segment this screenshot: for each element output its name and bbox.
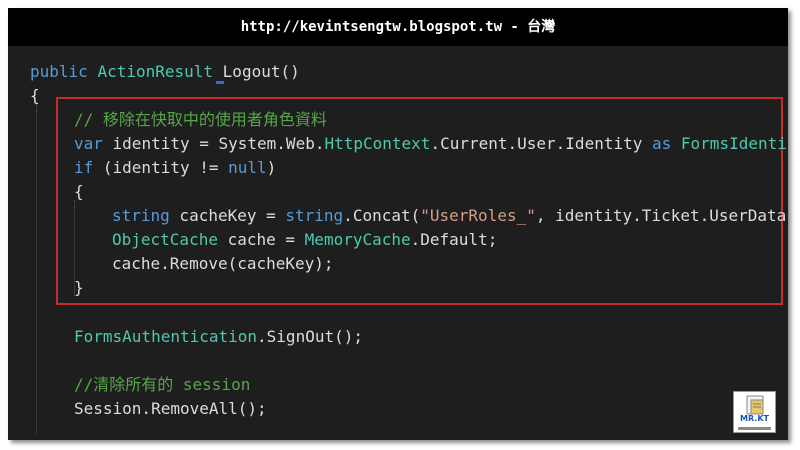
token-text: identity = System.Web. [102, 134, 325, 153]
code-line-12: //清除所有的 session [74, 373, 250, 397]
token-text: cache = [217, 230, 305, 249]
indent-guide [36, 104, 37, 434]
code-line-11: FormsAuthentication.SignOut(); [74, 325, 363, 349]
token-keyword: var [74, 134, 103, 153]
token-keyword: public [30, 62, 88, 81]
code-line-2: { [30, 84, 40, 108]
token-type: HttpContext [324, 134, 431, 153]
token-keyword: string [112, 206, 170, 225]
code-line-8: ObjectCache cache = MemoryCache.Default; [112, 228, 497, 252]
token-type: ActionResult [97, 62, 214, 81]
mrkt-logo: MR.KT [733, 391, 776, 433]
token-text: cacheKey = [169, 206, 286, 225]
code-line-13: Session.RemoveAll(); [74, 397, 267, 421]
token-keyword: null [228, 158, 267, 177]
token-keyword: string [285, 206, 344, 225]
token-text: Session.RemoveAll(); [74, 399, 267, 418]
code-comment: // 移除在快取中的使用者角色資料 [74, 110, 327, 129]
code-line-9: cache.Remove(cacheKey); [112, 252, 334, 276]
logo-text: MR.KT [740, 414, 769, 423]
token-text: { [30, 86, 40, 105]
token-type: FormsAuthentication [74, 327, 258, 346]
token-text: cache.Remove(cacheKey); [112, 254, 334, 273]
code-line-3: // 移除在快取中的使用者角色資料 [74, 108, 327, 132]
token-text: { [74, 182, 84, 201]
token-type: FormsIdentity [680, 134, 788, 153]
code-line-5: if (identity != null) [74, 156, 276, 180]
token-text: .Default; [410, 230, 498, 249]
token-type: MemoryCache [304, 230, 411, 249]
token-keyword: if [74, 158, 94, 177]
token-string: "UserRoles_" [420, 206, 536, 225]
token-text: } [74, 278, 84, 297]
code-comment: //清除所有的 session [74, 375, 251, 394]
code-screenshot-frame: http://kevintsengtw.blogspot.tw - 台灣 pub… [8, 8, 788, 440]
token-text: ) [266, 158, 277, 177]
code-line-6: { [74, 180, 84, 204]
token-keyword: as [652, 134, 672, 153]
paper-icon [746, 395, 764, 415]
token-text: , identity.Ticket.UserData); [535, 206, 788, 225]
token-text: () [280, 62, 300, 81]
code-line-4: var identity = System.Web.HttpContext.Cu… [74, 132, 788, 156]
token-text: (identity != [93, 158, 229, 177]
code-line-7: string cacheKey = string.Concat("UserRol… [112, 204, 788, 228]
token-text: .Current.User.Identity [430, 134, 652, 153]
code-line-1: public ActionResult Logout() [30, 60, 300, 84]
token-text: .SignOut(); [257, 327, 363, 346]
token-type: ObjectCache [112, 230, 218, 249]
code-line-10: } [74, 276, 84, 300]
token-text: .Concat( [343, 206, 421, 225]
method-name: Logout [222, 62, 281, 81]
blog-url-banner: http://kevintsengtw.blogspot.tw - 台灣 [8, 8, 788, 46]
logo-subtitle-mark [738, 427, 771, 430]
